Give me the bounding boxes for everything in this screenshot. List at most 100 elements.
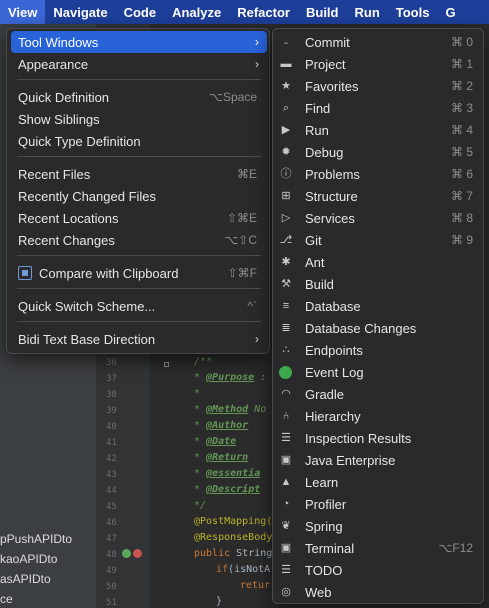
tool-window-database[interactable]: ≡ Database: [279, 295, 479, 317]
code-line: * @Author: [194, 420, 249, 431]
menu-analyze[interactable]: Analyze: [164, 0, 229, 24]
code-line: */: [194, 500, 207, 511]
code-line: @ResponseBody: [194, 532, 273, 543]
tool-window-shortcut: ⌘ 3: [450, 101, 473, 115]
tool-window-build[interactable]: ⚒ Build: [279, 273, 479, 295]
tool-window-terminal[interactable]: ▣ Terminal ⌥F12: [279, 537, 479, 559]
menu-item-quick-switch-scheme[interactable]: Quick Switch Scheme... ^`: [11, 295, 267, 317]
tool-window-gradle[interactable]: ◠ Gradle: [279, 383, 479, 405]
tool-window-structure[interactable]: ⊞ Structure ⌘ 7: [279, 185, 479, 207]
tool-window-label: TODO: [305, 562, 343, 578]
menu-item-show-siblings[interactable]: Show Siblings: [11, 108, 267, 130]
tool-window-problems[interactable]: ⓘ Problems ⌘ 6: [279, 163, 479, 185]
tool-window-favorites[interactable]: ★ Favorites ⌘ 2: [279, 75, 479, 97]
tool-window-label: Build: [305, 276, 334, 292]
tool-window-label: Ant: [305, 254, 325, 270]
tool-window-services[interactable]: ▷ Services ⌘ 8: [279, 207, 479, 229]
chevron-right-icon: ›: [255, 332, 259, 346]
code-line: /**: [194, 356, 213, 367]
tool-window-label: Spring: [305, 518, 343, 534]
line-number: 48: [106, 550, 117, 560]
menu-item-bidi-text-base-direction[interactable]: Bidi Text Base Direction ›: [11, 328, 267, 350]
chevron-right-icon: ›: [255, 35, 259, 49]
line-number: 42: [106, 454, 117, 464]
tool-window-label: Event Log: [305, 364, 364, 380]
code-line: retur: [240, 580, 271, 591]
learn-icon: ▲: [280, 475, 292, 488]
menu-code[interactable]: Code: [116, 0, 165, 24]
code-line: * @Descript: [194, 484, 261, 495]
tree-item[interactable]: asAPIDto: [0, 572, 51, 586]
menu-item-shortcut: ^`: [247, 299, 257, 313]
database-icon: ≡: [282, 299, 290, 312]
code-line: }: [216, 596, 223, 607]
tool-window-java-enterprise[interactable]: ▣ Java Enterprise: [279, 449, 479, 471]
tool-window-event-log[interactable]: Event Log: [279, 361, 479, 383]
menu-item-appearance[interactable]: Appearance ›: [11, 53, 267, 75]
fold-marker-icon[interactable]: [164, 362, 169, 367]
tool-window-project[interactable]: ▬ Project ⌘ 1: [279, 53, 479, 75]
menu-item-shortcut: ⌥Space: [209, 90, 257, 104]
chevron-right-icon: ›: [255, 57, 259, 71]
menu-item-label: Quick Switch Scheme...: [18, 298, 156, 314]
menu-tools[interactable]: Tools: [388, 0, 438, 24]
menu-item-shortcut: ⇧⌘F: [227, 266, 257, 280]
tree-item[interactable]: pPushAPIDto: [0, 532, 72, 546]
tool-window-profiler[interactable]: ◔ Profiler: [279, 493, 479, 515]
tool-window-label: Hierarchy: [305, 408, 361, 424]
tool-window-label: Problems: [305, 166, 360, 182]
menu-item-recent-changes[interactable]: Recent Changes ⌥⇧C: [11, 229, 267, 251]
line-number: 40: [106, 422, 117, 432]
tool-window-label: Project: [305, 56, 346, 72]
menu-item-quick-definition[interactable]: Quick Definition ⌥Space: [11, 86, 267, 108]
tool-window-endpoints[interactable]: ∴ Endpoints: [279, 339, 479, 361]
tool-window-shortcut: ⌘ 2: [450, 79, 473, 93]
menu-item-recently-changed-files[interactable]: Recently Changed Files: [11, 185, 267, 207]
menu-item-recent-files[interactable]: Recent Files ⌘E: [11, 163, 267, 185]
tool-window-shortcut: ⌘ 5: [450, 145, 473, 159]
menu-run[interactable]: Run: [346, 0, 387, 24]
tool-window-web[interactable]: ◎ Web: [279, 581, 479, 603]
line-number: 45: [106, 502, 117, 512]
menu-view[interactable]: View: [0, 0, 46, 24]
menu-git[interactable]: G: [437, 0, 463, 24]
tool-window-git[interactable]: ⎇ Git ⌘ 9: [279, 229, 479, 251]
spring-icon: ❦: [281, 519, 291, 532]
tree-item[interactable]: kaoAPIDto: [0, 552, 57, 566]
bean-icon[interactable]: [122, 549, 131, 558]
code-line: @PostMapping(: [194, 516, 273, 527]
tool-window-shortcut: ⌘ 7: [450, 189, 473, 203]
terminal-icon: ▣: [280, 541, 292, 554]
tool-window-ant[interactable]: ✱ Ant: [279, 251, 479, 273]
tool-window-run[interactable]: ▶ Run ⌘ 4: [279, 119, 479, 141]
menu-navigate[interactable]: Navigate: [45, 0, 115, 24]
code-line: *: [194, 388, 201, 399]
tool-window-database-changes[interactable]: ≣ Database Changes: [279, 317, 479, 339]
tool-window-todo[interactable]: ☰ TODO: [279, 559, 479, 581]
tree-item[interactable]: ce: [0, 592, 13, 606]
tool-window-label: Learn: [305, 474, 339, 490]
breakpoint-icon[interactable]: [133, 549, 142, 558]
tool-window-spring[interactable]: ❦ Spring: [279, 515, 479, 537]
tool-window-find[interactable]: ⌕ Find ⌘ 3: [279, 97, 479, 119]
menu-item-quick-type-definition[interactable]: Quick Type Definition: [11, 130, 267, 152]
tool-window-inspection-results[interactable]: ☰ Inspection Results: [279, 427, 479, 449]
profiler-icon: ◔: [282, 497, 290, 510]
menu-separator: [17, 156, 261, 157]
tool-window-label: Database: [305, 298, 361, 314]
tool-window-commit[interactable]: ˗ Commit ⌘ 0: [279, 31, 479, 53]
structure-icon: ⊞: [281, 189, 291, 202]
tool-window-label: Java Enterprise: [305, 452, 396, 468]
menu-item-compare-with-clipboard[interactable]: Compare with Clipboard ⇧⌘F: [11, 262, 267, 284]
menu-refactor[interactable]: Refactor: [229, 0, 298, 24]
tool-window-shortcut: ⌘ 4: [450, 123, 473, 137]
commit-icon: ˗: [284, 35, 288, 48]
code-line: * @Date: [194, 436, 237, 447]
tool-window-debug[interactable]: ✹ Debug ⌘ 5: [279, 141, 479, 163]
menu-build[interactable]: Build: [298, 0, 347, 24]
tool-window-hierarchy[interactable]: ⑃ Hierarchy: [279, 405, 479, 427]
line-number: 37: [106, 374, 117, 384]
menu-item-tool-windows[interactable]: Tool Windows ›: [11, 31, 267, 53]
menu-item-recent-locations[interactable]: Recent Locations ⇧⌘E: [11, 207, 267, 229]
tool-window-learn[interactable]: ▲ Learn: [279, 471, 479, 493]
